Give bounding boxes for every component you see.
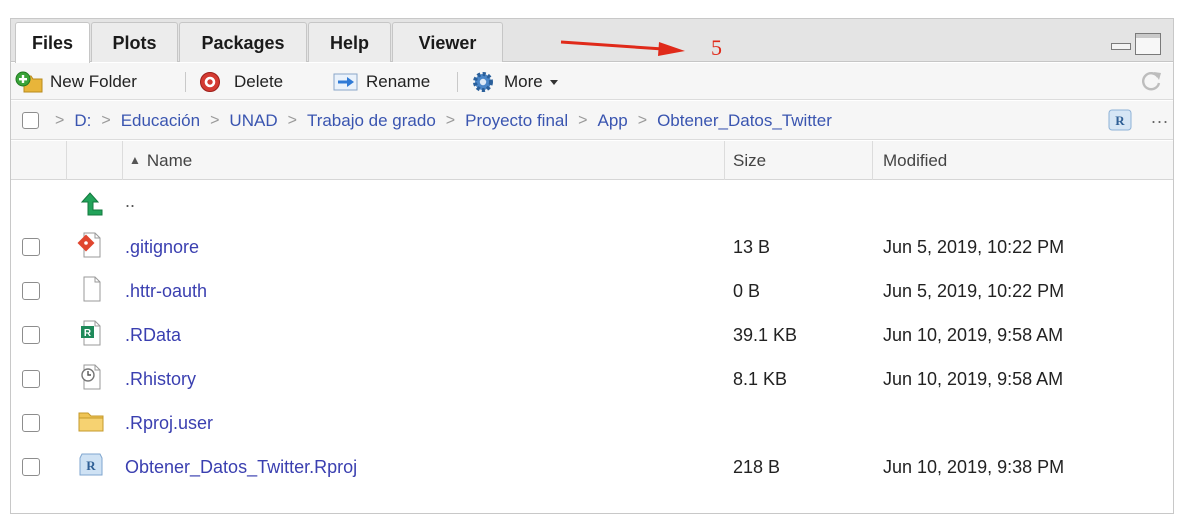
svg-text:R: R [86, 458, 96, 473]
history-file-icon [81, 364, 101, 390]
name-header-label: Name [146, 151, 193, 170]
chevron-right-icon: > [287, 111, 297, 129]
file-row[interactable]: .Rhistory 8.1 KB Jun 10, 2019, 9:58 AM [11, 355, 1173, 399]
svg-text:R: R [1115, 113, 1125, 128]
breadcrumb-bar: > D: > Educación > UNAD > Trabajo de gra… [11, 101, 1173, 140]
modified-column-header[interactable]: Modified [873, 141, 1173, 180]
parent-directory-link[interactable]: .. [125, 181, 135, 225]
chevron-right-icon: > [637, 111, 648, 129]
file-row[interactable]: .gitignore 13 B Jun 5, 2019, 10:22 PM [11, 223, 1173, 267]
breadcrumb-item[interactable]: Educación [121, 111, 200, 131]
minimize-pane-button[interactable] [1109, 33, 1131, 53]
breadcrumb-item-current[interactable]: Obtener_Datos_Twitter [657, 111, 832, 131]
name-column-header[interactable]: ▲ Name [123, 141, 725, 180]
annotation-number: 5 [711, 35, 722, 60]
tab-help[interactable]: Help [308, 22, 391, 62]
chevron-right-icon: > [210, 111, 220, 129]
delete-button[interactable]: Delete [199, 67, 283, 96]
caret-down-icon [549, 79, 558, 85]
breadcrumb: > D: > Educación > UNAD > Trabajo de gra… [45, 101, 832, 140]
file-checkbox[interactable] [22, 326, 40, 344]
git-file-icon [77, 232, 101, 258]
new-folder-button[interactable]: New Folder [15, 67, 137, 96]
file-checkbox[interactable] [22, 282, 40, 300]
breadcrumb-item[interactable]: D: [74, 111, 91, 131]
file-checkbox[interactable] [22, 238, 40, 256]
delete-icon [200, 71, 220, 92]
more-options-icon[interactable]: ... [1151, 107, 1169, 128]
sort-ascending-icon: ▲ [129, 153, 141, 167]
maximize-pane-button[interactable] [1135, 33, 1161, 55]
file-name-link[interactable]: .Rhistory [125, 355, 196, 399]
file-modified: Jun 5, 2019, 10:22 PM [883, 281, 1065, 301]
tab-viewer[interactable]: Viewer [392, 22, 503, 62]
file-row[interactable]: .Rproj.user [11, 399, 1173, 443]
new-folder-icon [15, 71, 43, 92]
file-modified: Jun 10, 2019, 9:58 AM [883, 369, 1064, 389]
delete-label: Delete [234, 72, 284, 91]
file-row[interactable]: .httr-oauth 0 B Jun 5, 2019, 10:22 PM [11, 267, 1173, 311]
file-list: .. .gitignore 13 B Jun 5, 2019, 10:22 PM… [11, 181, 1173, 487]
file-name-link[interactable]: .Rproj.user [125, 399, 213, 443]
rename-button[interactable]: Rename [333, 67, 430, 96]
rename-icon [333, 73, 358, 90]
blank-file-icon [83, 276, 101, 302]
chevron-right-icon: > [578, 111, 588, 129]
file-checkbox[interactable] [22, 370, 40, 388]
rproj-file-icon: R [79, 453, 103, 476]
rename-label: Rename [366, 72, 431, 91]
breadcrumb-item[interactable]: UNAD [229, 111, 277, 131]
file-row[interactable]: R Obtener_Datos_Twitter.Rproj 218 B Jun … [11, 443, 1173, 487]
file-name-link[interactable]: .RData [125, 311, 181, 355]
new-folder-label: New Folder [50, 72, 137, 91]
rdata-file-icon: R [81, 320, 101, 346]
file-size: 218 B [733, 457, 781, 477]
files-pane: Files Plots Packages Help Viewer 5 New F… [10, 18, 1174, 514]
breadcrumb-item[interactable]: App [597, 111, 627, 131]
size-column-header[interactable]: Size [725, 141, 873, 180]
chevron-right-icon: > [101, 111, 111, 129]
file-size: 8.1 KB [733, 369, 788, 389]
header-check-column [11, 141, 67, 180]
folder-icon [78, 412, 104, 432]
tab-files[interactable]: Files [15, 22, 90, 63]
file-size: 13 B [733, 237, 771, 257]
file-size: 0 B [733, 281, 761, 301]
breadcrumb-item[interactable]: Trabajo de grado [307, 111, 436, 131]
files-toolbar: New Folder Delete Rename More [11, 63, 1173, 100]
header-icon-column [67, 141, 123, 180]
more-menu-button[interactable]: More [471, 67, 566, 96]
tab-packages[interactable]: Packages [179, 22, 307, 62]
select-all-checkbox[interactable] [22, 112, 39, 129]
column-header: ▲ Name Size Modified [11, 141, 1173, 180]
file-checkbox[interactable] [22, 458, 40, 476]
file-size: 39.1 KB [733, 325, 798, 345]
file-modified: Jun 5, 2019, 10:22 PM [883, 237, 1065, 257]
file-name-link[interactable]: Obtener_Datos_Twitter.Rproj [125, 443, 357, 487]
more-label: More [504, 72, 543, 91]
svg-text:R: R [84, 328, 92, 339]
file-checkbox[interactable] [22, 414, 40, 432]
chevron-right-icon: > [55, 111, 65, 129]
refresh-icon[interactable] [1139, 69, 1163, 93]
annotation-arrow-icon [560, 40, 685, 56]
breadcrumb-item[interactable]: Proyecto final [465, 111, 568, 131]
file-row[interactable]: R .RData 39.1 KB Jun 10, 2019, 9:58 AM [11, 311, 1173, 355]
parent-directory-row[interactable]: .. [11, 181, 1173, 223]
tab-plots[interactable]: Plots [91, 22, 178, 62]
go-up-arrow-icon [80, 192, 103, 216]
toolbar-divider [457, 72, 458, 92]
tab-bar: Files Plots Packages Help Viewer 5 [11, 19, 1173, 63]
file-modified: Jun 10, 2019, 9:58 AM [883, 325, 1064, 345]
file-modified: Jun 10, 2019, 9:38 PM [883, 457, 1065, 477]
chevron-right-icon: > [445, 111, 456, 129]
file-name-link[interactable]: .gitignore [125, 223, 199, 267]
file-name-link[interactable]: .httr-oauth [125, 267, 207, 311]
gear-icon [473, 71, 493, 92]
toolbar-divider [185, 72, 186, 92]
go-to-project-directory-icon[interactable]: R [1108, 109, 1132, 131]
